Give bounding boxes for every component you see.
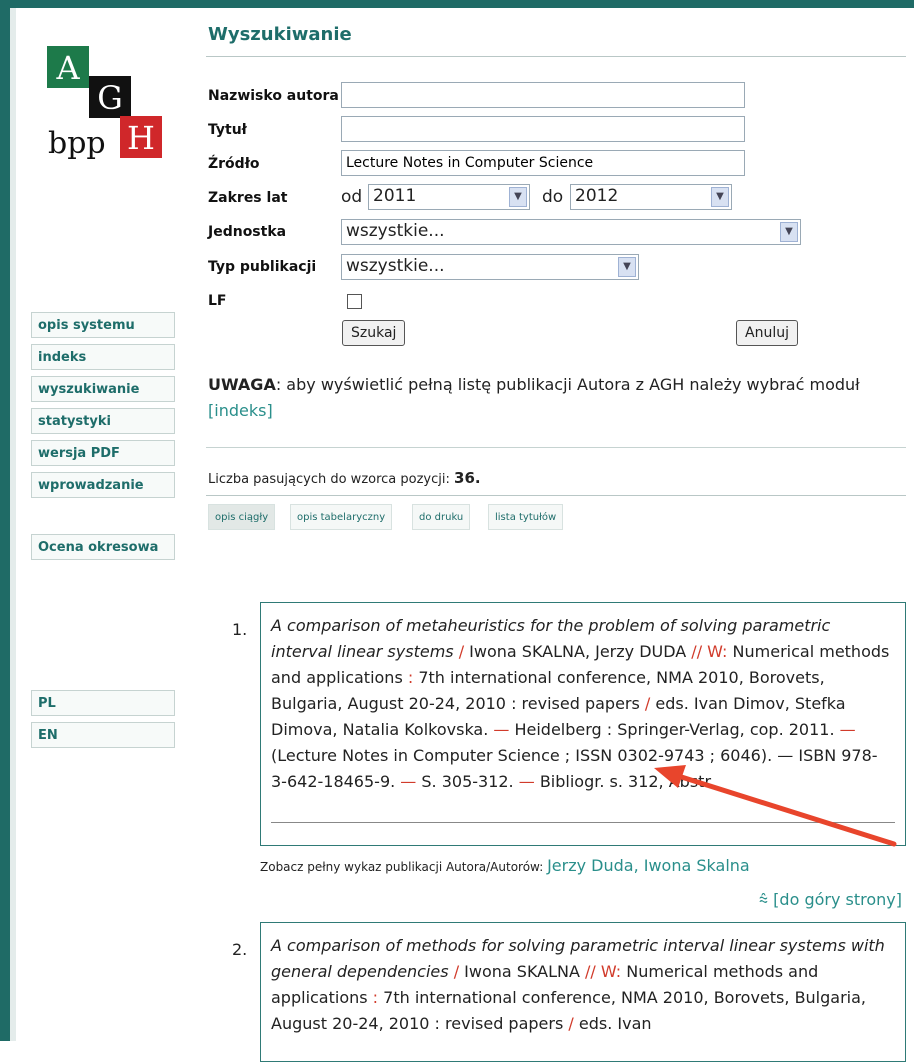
annotation-arrow-head: [654, 765, 686, 788]
annotation-arrow-icon: [654, 765, 897, 847]
annotation-arrow-shaft: [669, 771, 897, 847]
